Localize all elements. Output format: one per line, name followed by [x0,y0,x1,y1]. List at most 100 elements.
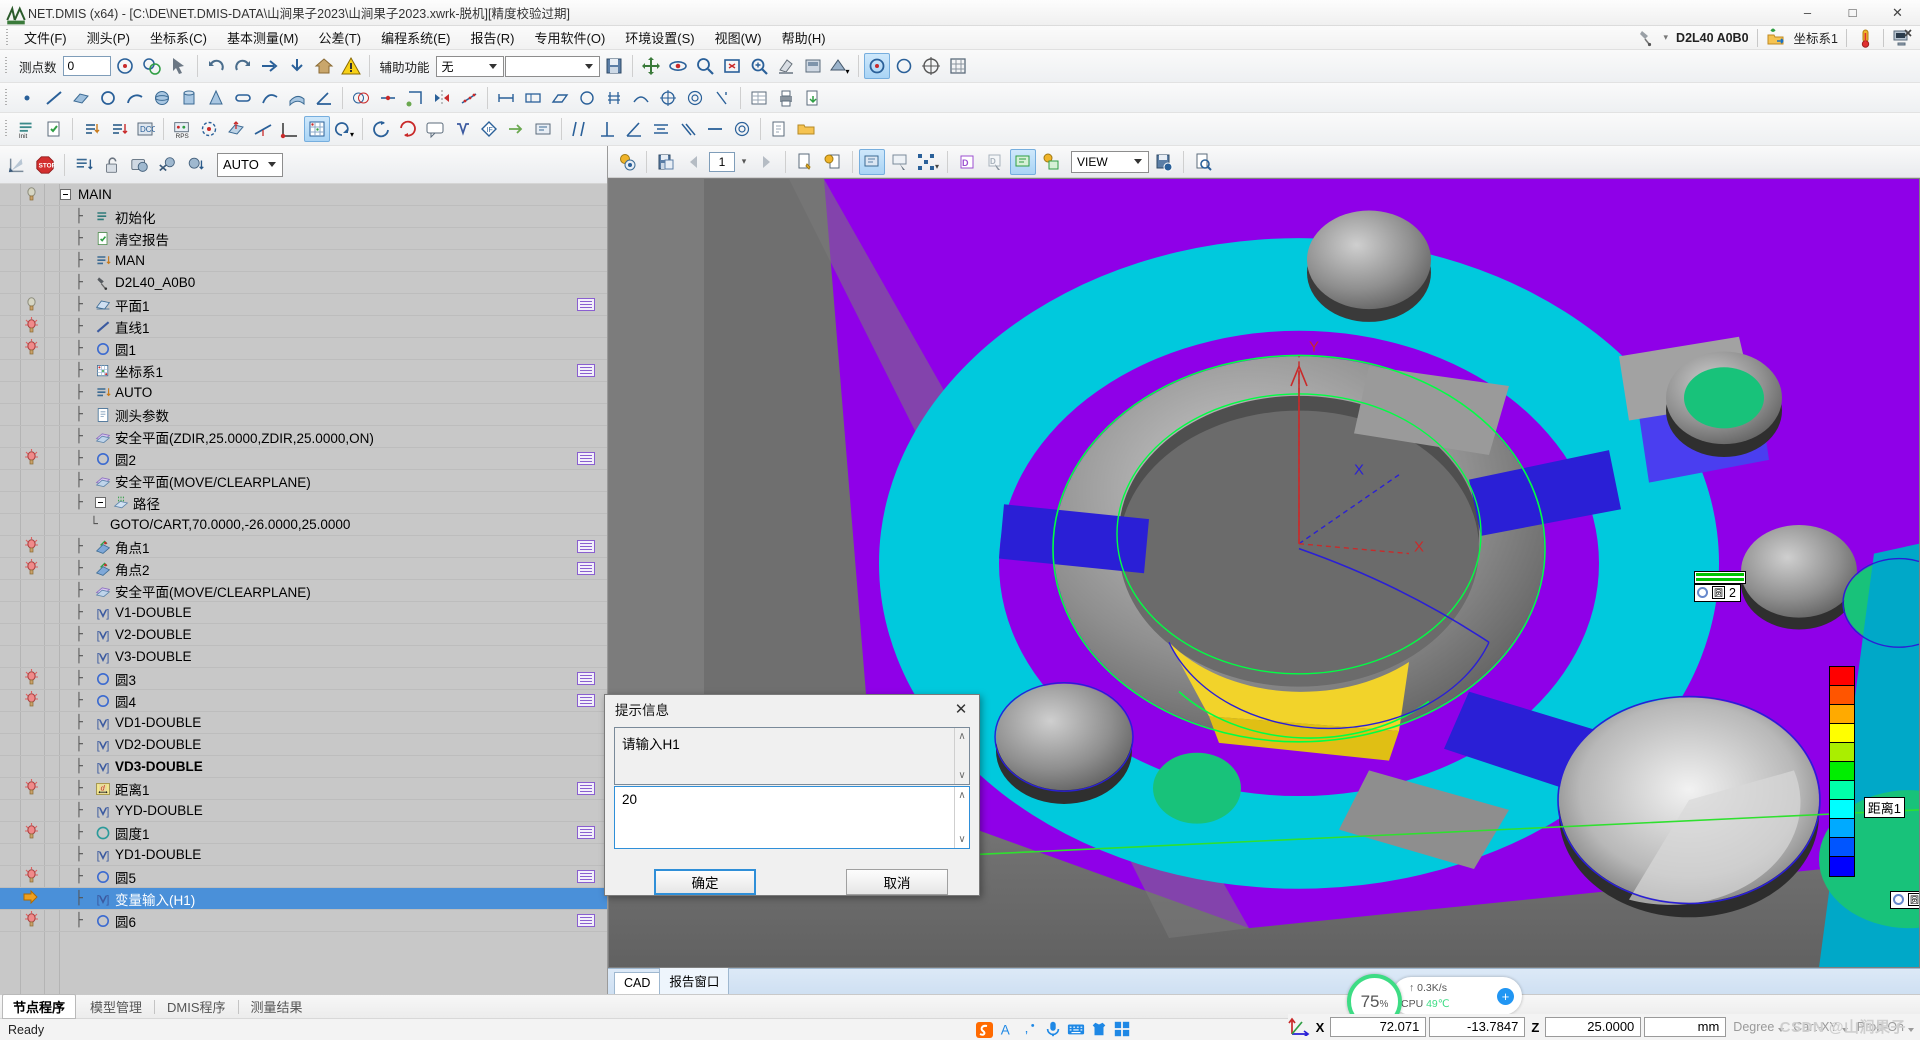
cad-feature-label-circle6[interactable]: 圆 6 [1890,891,1920,909]
angularity-icon[interactable] [621,116,647,142]
cad-save-icon[interactable] [1151,149,1177,175]
symmetry-icon[interactable] [429,85,455,111]
menu-report[interactable]: 报告(R) [460,26,524,49]
tree-row[interactable]: ├初始化 [0,206,607,228]
init-program-icon[interactable]: Init [14,116,40,142]
menu-file[interactable]: 文件(F) [14,26,77,49]
target-icon[interactable] [918,53,944,79]
tree-row-result-badge-icon[interactable] [577,826,595,839]
menu-tolerance[interactable]: 公差(T) [309,26,372,49]
tree-row-result-badge-icon[interactable] [577,298,595,311]
tree-row[interactable]: ├安全平面(ZDIR,25.0000,ZDIR,25.0000,ON) [0,426,607,448]
dimension-icon[interactable] [493,85,519,111]
if-condition-icon[interactable]: IF [476,116,502,142]
undo-icon[interactable] [203,53,229,79]
menu-probe[interactable]: 测头(P) [77,26,140,49]
ime-skin-icon[interactable] [1090,1020,1106,1036]
best-fit-align-icon[interactable] [196,116,222,142]
point-count-input[interactable] [63,56,111,76]
tree-row[interactable]: ├安全平面(MOVE/CLEARPLANE) [0,580,607,602]
csys-chevron-down-icon[interactable]: ▾ [350,130,354,139]
tree-row[interactable]: ├安全平面(MOVE/CLEARPLANE) [0,470,607,492]
sphere-feature-icon[interactable] [149,85,175,111]
tree-row-visibility-bulb-icon[interactable] [22,317,40,336]
cad-feature-label-circle2[interactable]: 圆 2 [1694,584,1741,602]
aux-function-select[interactable]: 无 [436,56,504,77]
viewport-tab-report[interactable]: 报告窗口 [659,967,729,994]
tree-row[interactable]: ├圆4 [0,690,607,712]
menu-software[interactable]: 专用软件(O) [525,26,616,49]
plane-align-icon[interactable] [223,116,249,142]
cad-arrange-nodes-icon[interactable]: ▾ [915,149,941,175]
viewport-tab-cad[interactable]: CAD [614,972,660,994]
tree-row-visibility-bulb-icon[interactable] [22,890,40,907]
tree-row[interactable]: ├圆6 [0,910,607,932]
cad-copy-page-icon[interactable] [820,149,846,175]
tree-row-visibility-bulb-icon[interactable] [22,537,40,556]
cad-save-view-icon[interactable] [653,149,679,175]
tree-row[interactable]: ├[]YYD-DOUBLE [0,800,607,822]
tree-row[interactable]: ├D2L40_A0B0 [0,272,607,294]
tree-row-visibility-bulb-icon[interactable] [22,823,40,842]
tree-row[interactable]: ├直线1 [0,316,607,338]
straightness-icon[interactable] [702,116,728,142]
tree-row[interactable]: ├[]V1-DOUBLE [0,602,607,624]
tree-row[interactable]: ├[]VD3-DOUBLE [0,756,607,778]
ime-keyboard-icon[interactable] [1067,1020,1083,1036]
concentricity-icon[interactable] [682,85,708,111]
tree-row-visibility-bulb-icon[interactable] [22,559,40,578]
cad-report-table-icon[interactable] [1010,149,1036,175]
point-feature-icon[interactable] [14,85,40,111]
tree-row-result-badge-icon[interactable] [577,870,595,883]
dialog-cancel-button[interactable]: 取消 [846,869,948,895]
cad-view-select[interactable]: VIEW [1071,151,1149,173]
report-table-icon[interactable] [746,85,772,111]
dcc-mode-icon[interactable]: DCC [132,116,158,142]
ime-letter-mode-icon[interactable]: A [998,1020,1014,1036]
run-arrow-icon[interactable] [257,53,283,79]
dialog-ok-button[interactable]: 确定 [654,869,756,895]
tree-row[interactable]: ├清空报告 [0,228,607,250]
tree-row-visibility-bulb-icon[interactable] [22,185,40,204]
cad-preview-icon[interactable] [1190,149,1216,175]
tree-row-visibility-bulb-icon[interactable] [22,669,40,688]
loop-end-icon[interactable] [395,116,421,142]
tree-row[interactable]: ├测头参数 [0,404,607,426]
csys-rotate-icon[interactable]: ▾ [331,116,357,142]
tree-row[interactable]: ├[]V3-DOUBLE [0,646,607,668]
move-feature-down-icon[interactable] [183,152,209,178]
home-icon[interactable] [311,53,337,79]
tolerance-icon[interactable] [520,85,546,111]
runout-icon[interactable] [709,85,735,111]
redo-icon[interactable] [230,53,256,79]
menu-programming[interactable]: 编程系统(E) [371,26,460,49]
probe-dropdown-arrow-icon[interactable]: ▾ [1664,32,1669,43]
ime-punctuation-icon[interactable]: , [1021,1020,1037,1036]
tree-row[interactable]: ├[]VD1-DOUBLE [0,712,607,734]
tree-row[interactable]: ├[]变量输入(H1) [0,888,607,910]
tree-row-result-badge-icon[interactable] [577,782,595,795]
coordinate-system-icon[interactable] [1766,28,1786,48]
angle-feature-icon[interactable] [311,85,337,111]
probe-head-icon[interactable] [1636,28,1656,48]
toolbar2-grip-handle[interactable] [3,89,10,107]
perpendicular-icon[interactable] [594,116,620,142]
profile-tol-icon[interactable] [628,85,654,111]
menu-view[interactable]: 视图(W) [705,26,772,49]
menu-help[interactable]: 帮助(H) [772,26,836,49]
midpoint-icon[interactable] [375,85,401,111]
variable-def-icon[interactable] [449,116,475,142]
tree-row[interactable]: ├坐标系1 [0,360,607,382]
tree-row[interactable]: ├MAN [0,250,607,272]
dialog-input-scrollbar[interactable]: ∧ ∨ [954,787,969,848]
cpu-widget-expand-button[interactable]: + [1497,988,1514,1005]
menu-grip-handle[interactable] [4,29,11,47]
tree-row-visibility-bulb-icon[interactable] [22,691,40,710]
stop-icon[interactable]: STOP [32,152,58,178]
clear-report-icon[interactable] [41,116,67,142]
tree-row[interactable]: ├圆2 [0,448,607,470]
ime-voice-icon[interactable] [1044,1020,1060,1036]
aux-function-chevron-down-icon[interactable] [485,57,501,76]
cad-show-hide-icon[interactable] [614,149,640,175]
tree-row-result-badge-icon[interactable] [577,364,595,377]
